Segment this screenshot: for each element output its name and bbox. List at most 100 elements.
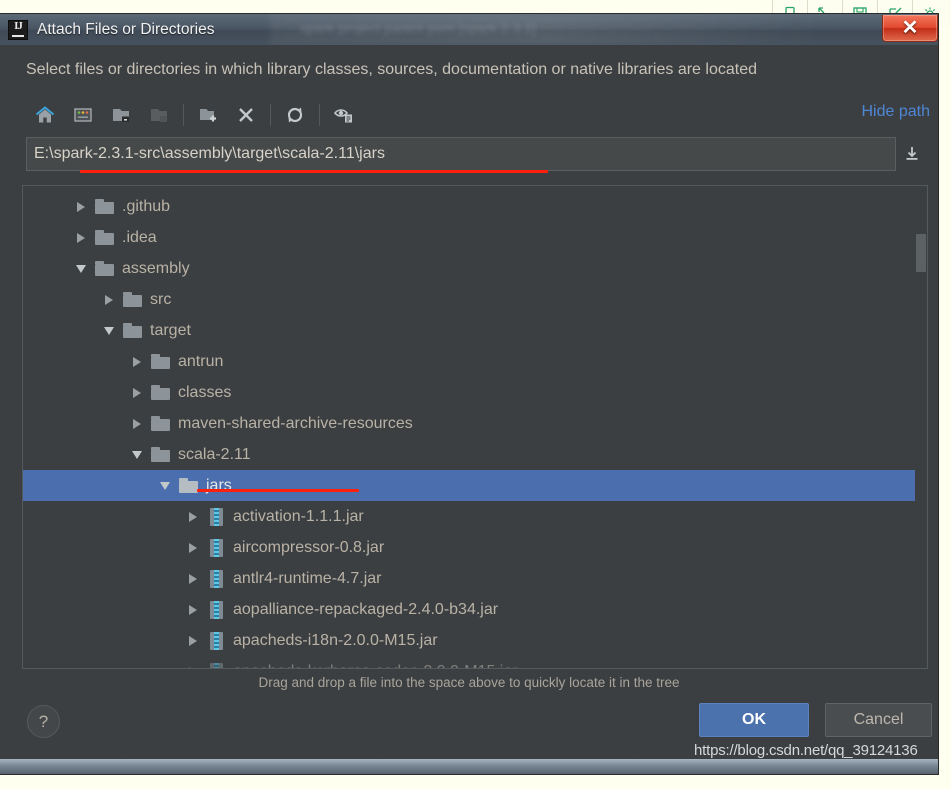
folder-icon: [151, 354, 170, 369]
toolbar-separator: [183, 104, 184, 126]
tree-row-label: .idea: [122, 228, 157, 246]
tree-row[interactable]: target: [23, 315, 927, 346]
hide-path-link[interactable]: Hide path: [862, 103, 931, 121]
folder-icon: [95, 261, 114, 276]
tree-row-label: maven-shared-archive-resources: [178, 414, 413, 432]
dialog-title: Attach Files or Directories: [37, 20, 215, 38]
toolbar-separator: [319, 104, 320, 126]
intellij-idea-icon: [8, 19, 28, 40]
chevron-right-icon[interactable]: [129, 354, 145, 370]
chevron-right-icon[interactable]: [185, 509, 201, 525]
folder-icon: [151, 416, 170, 431]
home-icon[interactable]: [26, 99, 64, 131]
jar-file-icon: [210, 507, 223, 526]
tree-row-label: antrun: [178, 352, 224, 370]
jar-file-icon: [210, 600, 223, 619]
chevron-down-icon[interactable]: [73, 261, 89, 277]
tree-row[interactable]: jars: [23, 470, 927, 501]
chevron-right-icon[interactable]: [73, 230, 89, 246]
dialog-titlebar[interactable]: Attach Files or Directories spark projec…: [0, 14, 938, 45]
annotation-underline-path: [80, 170, 548, 173]
help-button[interactable]: ?: [27, 705, 60, 738]
delete-icon[interactable]: [227, 99, 265, 131]
tree-row-label: assembly: [122, 259, 190, 277]
dialog-prompt: Select files or directories in which lib…: [26, 61, 757, 78]
tree-row-label: classes: [178, 383, 232, 401]
chevron-right-icon[interactable]: [101, 292, 117, 308]
jar-file-icon: [210, 538, 223, 557]
toolbar-separator: [270, 104, 271, 126]
folder-icon: [179, 478, 198, 493]
tree-row[interactable]: scala-2.11: [23, 439, 927, 470]
tree-row-label: aircompressor-0.8.jar: [233, 538, 385, 556]
chevron-down-icon[interactable]: [101, 323, 117, 339]
tree-row[interactable]: apacheds-kerberos-codec-2.0.0-M15.jar: [23, 656, 927, 669]
file-chooser-toolbar: Hide path: [0, 95, 938, 135]
folder-icon: [95, 199, 114, 214]
project-folder-icon[interactable]: [102, 99, 140, 131]
tree-row-label: apacheds-i18n-2.0.0-M15.jar: [233, 631, 438, 649]
tree-row[interactable]: aopalliance-repackaged-2.4.0-b34.jar: [23, 594, 927, 625]
new-folder-icon[interactable]: [189, 99, 227, 131]
jar-file-icon: [210, 631, 223, 650]
dialog-body: Select files or directories in which lib…: [0, 45, 938, 774]
chevron-right-icon[interactable]: [185, 540, 201, 556]
tree-row-label: target: [150, 321, 191, 339]
jar-file-icon: [210, 569, 223, 588]
attach-files-dialog: Attach Files or Directories spark projec…: [0, 14, 938, 774]
close-button[interactable]: ✕: [882, 15, 938, 42]
chevron-right-icon[interactable]: [185, 633, 201, 649]
ok-button[interactable]: OK: [699, 703, 809, 737]
jar-file-icon: [210, 662, 223, 668]
tree-scrollbar-thumb[interactable]: [916, 234, 926, 272]
tree-row[interactable]: aircompressor-0.8.jar: [23, 532, 927, 563]
tree-row[interactable]: maven-shared-archive-resources: [23, 408, 927, 439]
tree-row-label: .github: [122, 197, 171, 215]
chevron-down-icon[interactable]: [129, 447, 145, 463]
refresh-icon[interactable]: [276, 99, 314, 131]
tree-row[interactable]: activation-1.1.1.jar: [23, 501, 927, 532]
chevron-right-icon[interactable]: [185, 571, 201, 587]
show-hidden-files-icon[interactable]: [325, 99, 363, 131]
path-row: E:\spark-2.3.1-src\assembly\target\scala…: [0, 137, 938, 173]
chevron-right-icon[interactable]: [129, 385, 145, 401]
tree-row[interactable]: apacheds-i18n-2.0.0-M15.jar: [23, 625, 927, 656]
tree-row-label: antlr4-runtime-4.7.jar: [233, 569, 382, 587]
chevron-right-icon[interactable]: [185, 602, 201, 618]
tree-row[interactable]: assembly: [23, 253, 927, 284]
folder-icon: [123, 323, 142, 338]
tree-row[interactable]: classes: [23, 377, 927, 408]
tree-row-label: apacheds-kerberos-codec-2.0.0-M15.jar: [233, 663, 518, 668]
drag-drop-hint: Drag and drop a file into the space abov…: [258, 675, 680, 690]
folder-icon: [151, 385, 170, 400]
path-input[interactable]: E:\spark-2.3.1-src\assembly\target\scala…: [26, 137, 896, 171]
watermark-url: https://blog.csdn.net/qq_39124136: [694, 742, 918, 759]
tree-row-label: activation-1.1.1.jar: [233, 507, 364, 525]
chevron-right-icon[interactable]: [129, 416, 145, 432]
close-icon: ✕: [901, 17, 919, 39]
chevron-right-icon[interactable]: [73, 199, 89, 215]
folder-icon: [95, 230, 114, 245]
tree-row[interactable]: .idea: [23, 222, 927, 253]
tree-scrollbar[interactable]: [915, 186, 927, 668]
annotation-underline-jars: [197, 489, 359, 492]
folder-icon: [151, 447, 170, 462]
cancel-button[interactable]: Cancel: [825, 703, 932, 737]
chevron-right-icon[interactable]: [185, 664, 201, 669]
expand-down-icon[interactable]: [896, 137, 928, 171]
desktop-icon[interactable]: [64, 99, 102, 131]
tree-row[interactable]: .github: [23, 191, 927, 222]
module-folder-icon: [140, 99, 178, 131]
tree-row[interactable]: src: [23, 284, 927, 315]
tree-row[interactable]: antlr4-runtime-4.7.jar: [23, 563, 927, 594]
tree-row-label: aopalliance-repackaged-2.4.0-b34.jar: [233, 600, 499, 618]
background-window-title: spark project parent pom [spark 2.3.1]: [300, 20, 536, 36]
tree-row[interactable]: antrun: [23, 346, 927, 377]
file-tree-panel: .github .idea assembly src target antrun class…: [22, 185, 928, 669]
tree-row-label: src: [150, 290, 172, 308]
file-tree[interactable]: .github .idea assembly src target antrun class…: [23, 186, 927, 669]
folder-icon: [123, 292, 142, 307]
screenshot-root: Attach Files or Directories spark projec…: [0, 0, 951, 789]
tree-row-label: scala-2.11: [178, 445, 251, 463]
chevron-down-icon[interactable]: [157, 478, 173, 494]
